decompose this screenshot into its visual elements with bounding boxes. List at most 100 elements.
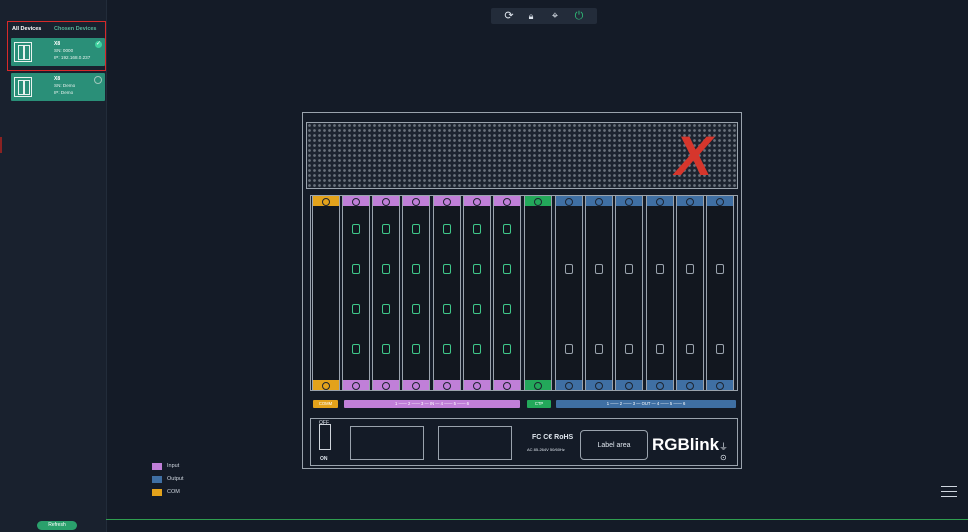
power-icon[interactable]: ⏻ [571,9,587,23]
card-slot-7[interactable] [493,195,521,391]
slot-header [373,196,399,206]
refresh-button[interactable]: Refresh [37,521,77,530]
card-slot-8[interactable] [524,195,552,391]
port-icon [352,344,360,354]
slot-footer [313,380,339,390]
port-icon [443,224,451,234]
ground-icon: ⏚ [719,442,729,452]
card-slot-10[interactable] [585,195,613,391]
card-slot-13[interactable] [676,195,704,391]
legend-com: COM [152,488,212,497]
port-icon [503,264,511,274]
card-slot-2[interactable] [342,195,370,391]
settings-sliders-icon[interactable] [941,484,957,498]
port-icon [382,264,390,274]
slot-footer [525,380,551,390]
slot-header [343,196,369,206]
edge-marker [0,137,2,153]
card-slot-6[interactable] [463,195,491,391]
slot-header [586,196,612,206]
port-icon [382,304,390,314]
lock-icon[interactable]: 🔒︎ [523,9,539,23]
port-icon [595,344,603,354]
refresh-icon[interactable]: ⟳ [501,9,517,23]
psu-module-2 [438,426,512,460]
brand-logo: RGBlink [652,435,720,454]
card-slot-3[interactable] [372,195,400,391]
port-icon [473,224,481,234]
slot-header [434,196,460,206]
slot-header [556,196,582,206]
device-ip: IP: 192.168.0.237 [54,55,91,60]
port-icon [686,344,694,354]
slot-footer [586,380,612,390]
slot-footer [707,380,733,390]
slot-header [313,196,339,206]
port-icon [412,264,420,274]
slot-header [707,196,733,206]
port-icon [382,224,390,234]
legend-label: COM [167,489,180,495]
legend-output: Output [152,475,212,484]
legend-swatch [152,476,162,483]
slot-footer [464,380,490,390]
port-icon [656,264,664,274]
port-icon [503,224,511,234]
card-slot-9[interactable] [555,195,583,391]
legend-label: Input [167,463,180,469]
port-icon [352,264,360,274]
port-icon [625,344,633,354]
screw-icon: ⊙ [720,453,727,462]
slot-footer [556,380,582,390]
control-bar: CTP [527,400,551,408]
device-thumbnail-icon [14,77,32,97]
port-icon [412,224,420,234]
target-icon[interactable]: ⌖ [547,9,563,23]
slot-footer [434,380,460,390]
port-icon [352,224,360,234]
slot-footer [343,380,369,390]
psu-module-1 [350,426,424,460]
slot-header [677,196,703,206]
power-spec-text: AC 85-264V 50/60Hz [527,447,565,452]
card-slot-12[interactable] [646,195,674,391]
certification-text: FC C€ RoHS [532,434,574,441]
port-icon [716,344,724,354]
slot-header [494,196,520,206]
device-card-x8-1[interactable]: X8 SN: 0000 IP: 192.168.0.237 ✓ [11,38,105,66]
slot-footer [403,380,429,390]
port-icon [473,304,481,314]
port-icon [686,264,694,274]
port-icon [443,304,451,314]
port-icon [565,264,573,274]
device-name: X8 [54,76,61,82]
port-icon [503,344,511,354]
card-slot-4[interactable] [402,195,430,391]
unchecked-icon [94,76,102,84]
output-bar: 1 —— 2 —— 3 — OUT — 4 —— 5 —— 6 [556,400,736,408]
slot-header [464,196,490,206]
power-switch[interactable] [319,424,331,450]
card-slot-14[interactable] [706,195,734,391]
card-slot-1[interactable] [312,195,340,391]
input-bar: 1 —— 2 —— 3 — IN — 4 —— 5 —— 6 [344,400,520,408]
legend-swatch [152,463,162,470]
top-toolbar: ⟳ 🔒︎ ⌖ ⏻ [491,8,597,24]
port-icon [412,304,420,314]
port-icon [656,344,664,354]
card-slot-5[interactable] [433,195,461,391]
port-icon [716,264,724,274]
card-slot-11[interactable] [615,195,643,391]
port-icon [443,344,451,354]
device-card-x8-2[interactable]: X8 SN: Demo IP: Demo [11,73,105,101]
slot-header [647,196,673,206]
legend-input: Input [152,462,212,471]
slot-header [525,196,551,206]
device-name: X8 [54,41,61,47]
legend-swatch [152,489,162,496]
port-icon [503,304,511,314]
switch-on-label: ON [320,456,328,462]
slot-footer [616,380,642,390]
port-icon [565,344,573,354]
legend-label: Output [167,476,184,482]
